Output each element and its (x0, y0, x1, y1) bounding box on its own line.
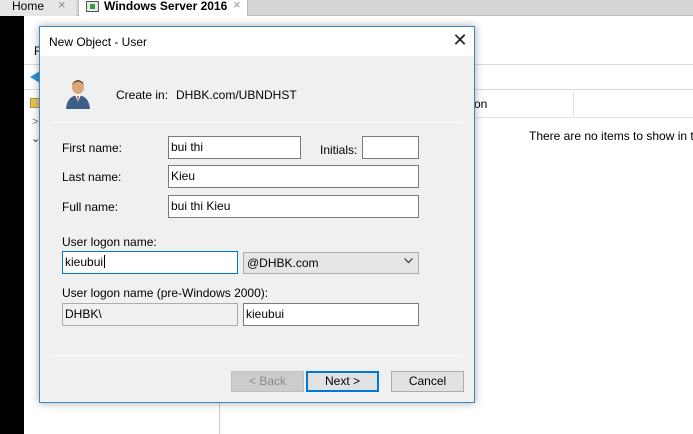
vm-tab-bar: Home × Windows Server 2016 × (0, 0, 693, 16)
full-name-field[interactable]: bui thi Kieu (168, 195, 419, 218)
initials-field[interactable] (362, 136, 419, 159)
tab-windows-server[interactable]: Windows Server 2016 × (78, 0, 248, 16)
domain-select-value: @DHBK.com (247, 256, 319, 270)
logon-name-value: kieubui (65, 255, 104, 269)
user-icon (64, 78, 92, 110)
divider (51, 355, 463, 356)
chevron-down-icon (404, 256, 413, 265)
vm-frame-edge (0, 16, 24, 434)
create-in-label: Create in: (116, 88, 169, 102)
logon-name-label: User logon name: (62, 235, 157, 249)
tab-home-label: Home (12, 0, 45, 13)
dialog-title-bar: New Object - User ✕ (40, 27, 474, 56)
first-name-field[interactable]: bui thi (168, 136, 301, 159)
text-caret (104, 255, 106, 268)
tab-windows-server-label: Windows Server 2016 (104, 0, 228, 13)
back-button[interactable]: < Back (231, 371, 304, 392)
domain-select[interactable]: @DHBK.com (243, 252, 419, 274)
empty-list-message: There are no items to show in t (529, 129, 693, 143)
column-divider[interactable] (573, 92, 574, 116)
tab-home-close-icon[interactable]: × (58, 0, 66, 11)
tab-home[interactable]: Home × (0, 0, 76, 16)
last-name-label: Last name: (62, 170, 122, 184)
pre2000-domain-field: DHBK\ (62, 303, 238, 326)
full-name-label: Full name: (62, 200, 119, 214)
logon-name-field[interactable]: kieubui (62, 251, 238, 274)
pre2000-logon-field[interactable]: kieubui (243, 303, 419, 326)
pre2000-label: User logon name (pre-Windows 2000): (62, 286, 269, 300)
initials-label: Initials: (320, 143, 358, 157)
dialog-title: New Object - User (49, 35, 148, 49)
chevron-right-icon[interactable]: > (32, 116, 38, 128)
first-name-label: First name: (62, 141, 123, 155)
tab-windows-server-close-icon[interactable]: × (233, 0, 241, 11)
create-in-value: DHBK.com/UBNDHST (176, 88, 297, 102)
last-name-field[interactable]: Kieu (168, 165, 419, 188)
next-button[interactable]: Next > (306, 371, 379, 392)
cancel-button[interactable]: Cancel (391, 371, 464, 392)
new-object-user-dialog: New Object - User ✕ Create in: DHBK.com/… (39, 26, 475, 403)
divider (51, 122, 463, 123)
column-header-description[interactable]: on (474, 97, 487, 111)
vm-icon (86, 1, 99, 12)
close-icon[interactable]: ✕ (450, 31, 470, 51)
